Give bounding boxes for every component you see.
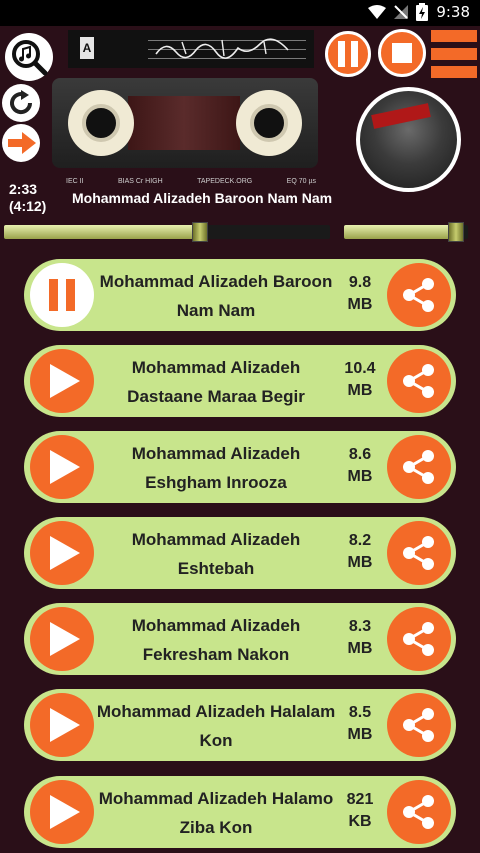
volume-level bbox=[344, 225, 456, 239]
share-icon bbox=[403, 278, 434, 312]
share-icon bbox=[403, 364, 434, 398]
share-icon bbox=[403, 536, 434, 570]
stop-button[interactable] bbox=[378, 29, 426, 77]
search-music-button[interactable] bbox=[5, 33, 53, 81]
status-time: 9:38 bbox=[436, 3, 470, 21]
pause-button[interactable] bbox=[325, 31, 371, 77]
play-button[interactable] bbox=[30, 693, 94, 757]
status-bar: 9:38 bbox=[0, 0, 480, 26]
song-title: Mohammad Alizadeh Eshtebah bbox=[131, 530, 301, 578]
song-size: 8.2 MB bbox=[347, 532, 373, 571]
song-title: Mohammad Alizadeh Halamo Ziba Kon bbox=[98, 789, 334, 837]
song-item[interactable]: Mohammad Alizadeh Halamo Ziba Kon 821 KB bbox=[24, 776, 456, 848]
share-icon bbox=[403, 795, 434, 829]
share-button[interactable] bbox=[387, 521, 451, 585]
play-icon bbox=[50, 364, 80, 398]
cassette-label: A bbox=[68, 30, 314, 68]
wifi-icon bbox=[368, 5, 387, 19]
song-item[interactable]: Mohammad Alizadeh Halalam Kon 8.5 MB bbox=[24, 689, 456, 761]
menu-button[interactable] bbox=[431, 30, 477, 78]
handwritten-label bbox=[155, 38, 289, 59]
play-button[interactable] bbox=[30, 349, 94, 413]
song-size: 8.3 MB bbox=[347, 618, 373, 657]
next-track-button[interactable] bbox=[2, 124, 40, 162]
song-item[interactable]: Mohammad Alizadeh Baroon Nam Nam 9.8 MB bbox=[24, 259, 456, 331]
menu-icon bbox=[431, 30, 477, 42]
seek-progress bbox=[4, 225, 200, 239]
share-icon bbox=[403, 450, 434, 484]
song-title: Mohammad Alizadeh Fekresham Nakon bbox=[131, 616, 301, 664]
pause-icon bbox=[49, 279, 75, 311]
stop-icon bbox=[392, 43, 412, 63]
share-button[interactable] bbox=[387, 693, 451, 757]
arrow-right-icon bbox=[8, 132, 36, 154]
total-duration: (4:12) bbox=[9, 198, 47, 214]
song-item[interactable]: Mohammad Alizadeh Fekresham Nakon 8.3 MB bbox=[24, 603, 456, 675]
share-button[interactable] bbox=[387, 349, 451, 413]
right-reel bbox=[236, 90, 302, 156]
share-icon bbox=[403, 708, 434, 742]
share-icon bbox=[403, 622, 434, 656]
song-item[interactable]: Mohammad Alizadeh Eshtebah 8.2 MB bbox=[24, 517, 456, 589]
now-playing-title: Mohammad Alizadeh Baroon Nam Nam bbox=[72, 190, 333, 206]
no-signal-icon bbox=[394, 5, 409, 19]
pause-icon bbox=[338, 41, 358, 67]
cassette-side-label: A bbox=[80, 37, 94, 59]
song-title: Mohammad Alizadeh Halalam Kon bbox=[96, 702, 336, 750]
play-button[interactable] bbox=[30, 607, 94, 671]
song-title: Mohammad Alizadeh Baroon Nam Nam bbox=[99, 272, 333, 320]
music-search-icon bbox=[12, 40, 48, 76]
song-title: Mohammad Alizadeh Dastaane Maraa Begir bbox=[127, 358, 305, 406]
battery-charging-icon bbox=[416, 3, 429, 21]
play-button[interactable] bbox=[30, 780, 94, 844]
tape-specs: IEC II BIAS Cr HIGH TAPEDECK.ORG EQ 70 µ… bbox=[66, 178, 316, 185]
left-reel bbox=[68, 90, 134, 156]
play-button[interactable] bbox=[30, 521, 94, 585]
song-size: 10.4 MB bbox=[344, 360, 376, 399]
elapsed-time: 2:33 bbox=[9, 181, 38, 197]
song-size: 9.8 MB bbox=[347, 274, 373, 313]
play-pause-button[interactable] bbox=[30, 263, 94, 327]
volume-bar[interactable] bbox=[344, 222, 468, 242]
playback-time: 2:33 (4:12) bbox=[9, 181, 46, 215]
album-art bbox=[356, 87, 461, 192]
song-size: 821 KB bbox=[346, 791, 374, 830]
song-item[interactable]: Mohammad Alizadeh Eshgham Inrooza 8.6 MB bbox=[24, 431, 456, 503]
share-button[interactable] bbox=[387, 780, 451, 844]
tape-body bbox=[52, 78, 318, 168]
share-button[interactable] bbox=[387, 263, 451, 327]
song-title: Mohammad Alizadeh Eshgham Inrooza bbox=[131, 444, 301, 492]
play-icon bbox=[50, 708, 80, 742]
play-icon bbox=[50, 450, 80, 484]
play-icon bbox=[50, 795, 80, 829]
share-button[interactable] bbox=[387, 607, 451, 671]
seek-thumb[interactable] bbox=[192, 222, 208, 242]
seek-bar[interactable] bbox=[4, 222, 330, 242]
play-icon bbox=[50, 622, 80, 656]
song-size: 8.6 MB bbox=[347, 446, 373, 485]
share-button[interactable] bbox=[387, 435, 451, 499]
song-size: 8.5 MB bbox=[347, 704, 373, 743]
repeat-icon bbox=[10, 90, 33, 115]
song-item[interactable]: Mohammad Alizadeh Dastaane Maraa Begir 1… bbox=[24, 345, 456, 417]
play-button[interactable] bbox=[30, 435, 94, 499]
repeat-button[interactable] bbox=[2, 84, 40, 122]
volume-thumb[interactable] bbox=[448, 222, 464, 242]
play-icon bbox=[50, 536, 80, 570]
